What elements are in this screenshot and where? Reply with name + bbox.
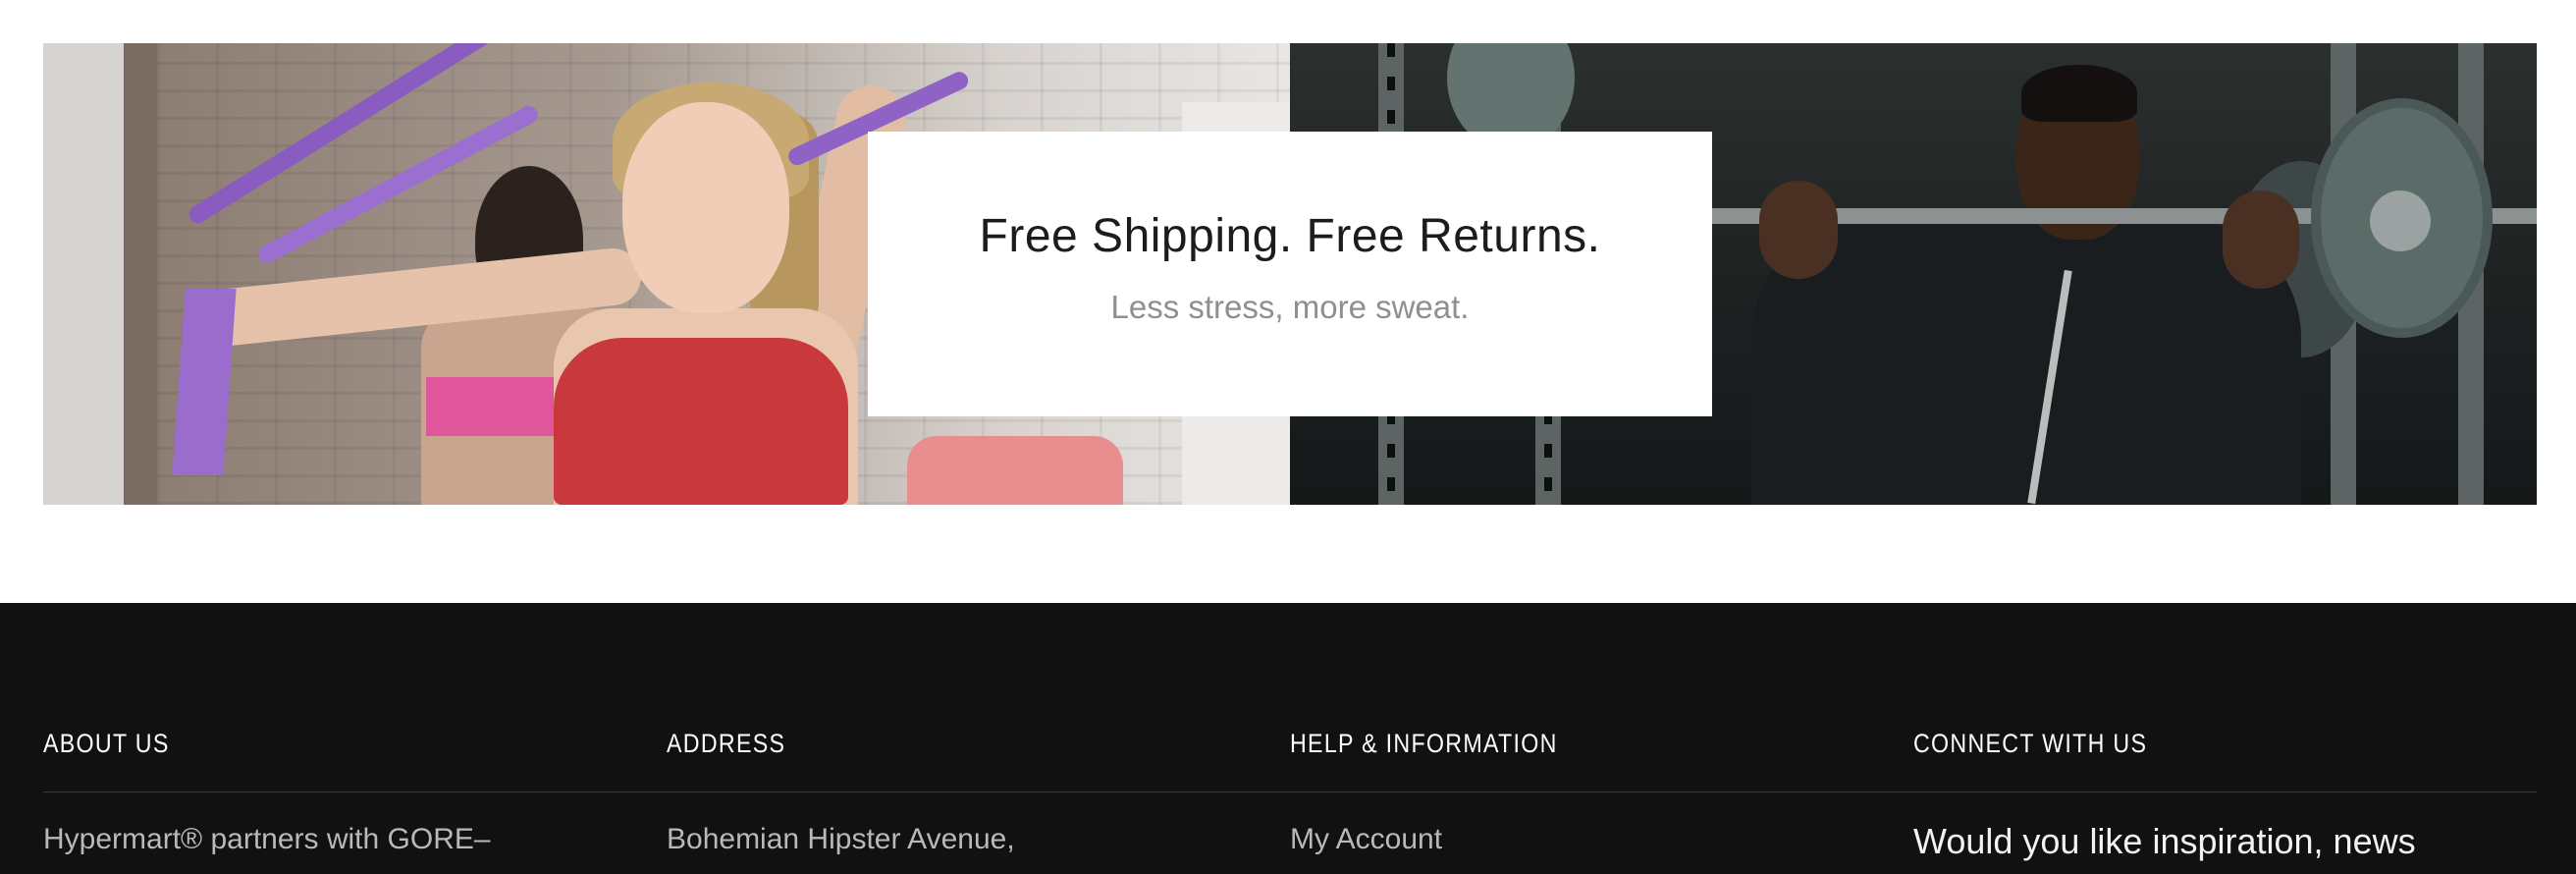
footer-heading-address: ADDRESS [667, 729, 786, 758]
promo-title: Free Shipping. Free Returns. [979, 209, 1601, 262]
site-footer: ABOUT US Hypermart® partners with GORE– … [0, 603, 2576, 874]
footer-columns: ABOUT US Hypermart® partners with GORE– … [43, 603, 2537, 874]
footer-address-text: Bohemian Hipster Avenue, [667, 823, 1015, 855]
promo-card: Free Shipping. Free Returns. Less stress… [868, 132, 1712, 416]
footer-connect-text: Would you like inspiration, news [1913, 821, 2416, 861]
footer-link-my-account[interactable]: My Account [1290, 823, 1442, 856]
promo-subtitle: Less stress, more sweat. [1110, 288, 1470, 325]
footer-heading-help: HELP & INFORMATION [1290, 729, 1558, 758]
footer-heading-about: ABOUT US [43, 729, 170, 758]
footer-heading-connect: CONNECT WITH US [1913, 729, 2148, 758]
footer-about-text: Hypermart® partners with GORE– [43, 823, 491, 855]
hero-banner: Free Shipping. Free Returns. Less stress… [43, 43, 2537, 505]
